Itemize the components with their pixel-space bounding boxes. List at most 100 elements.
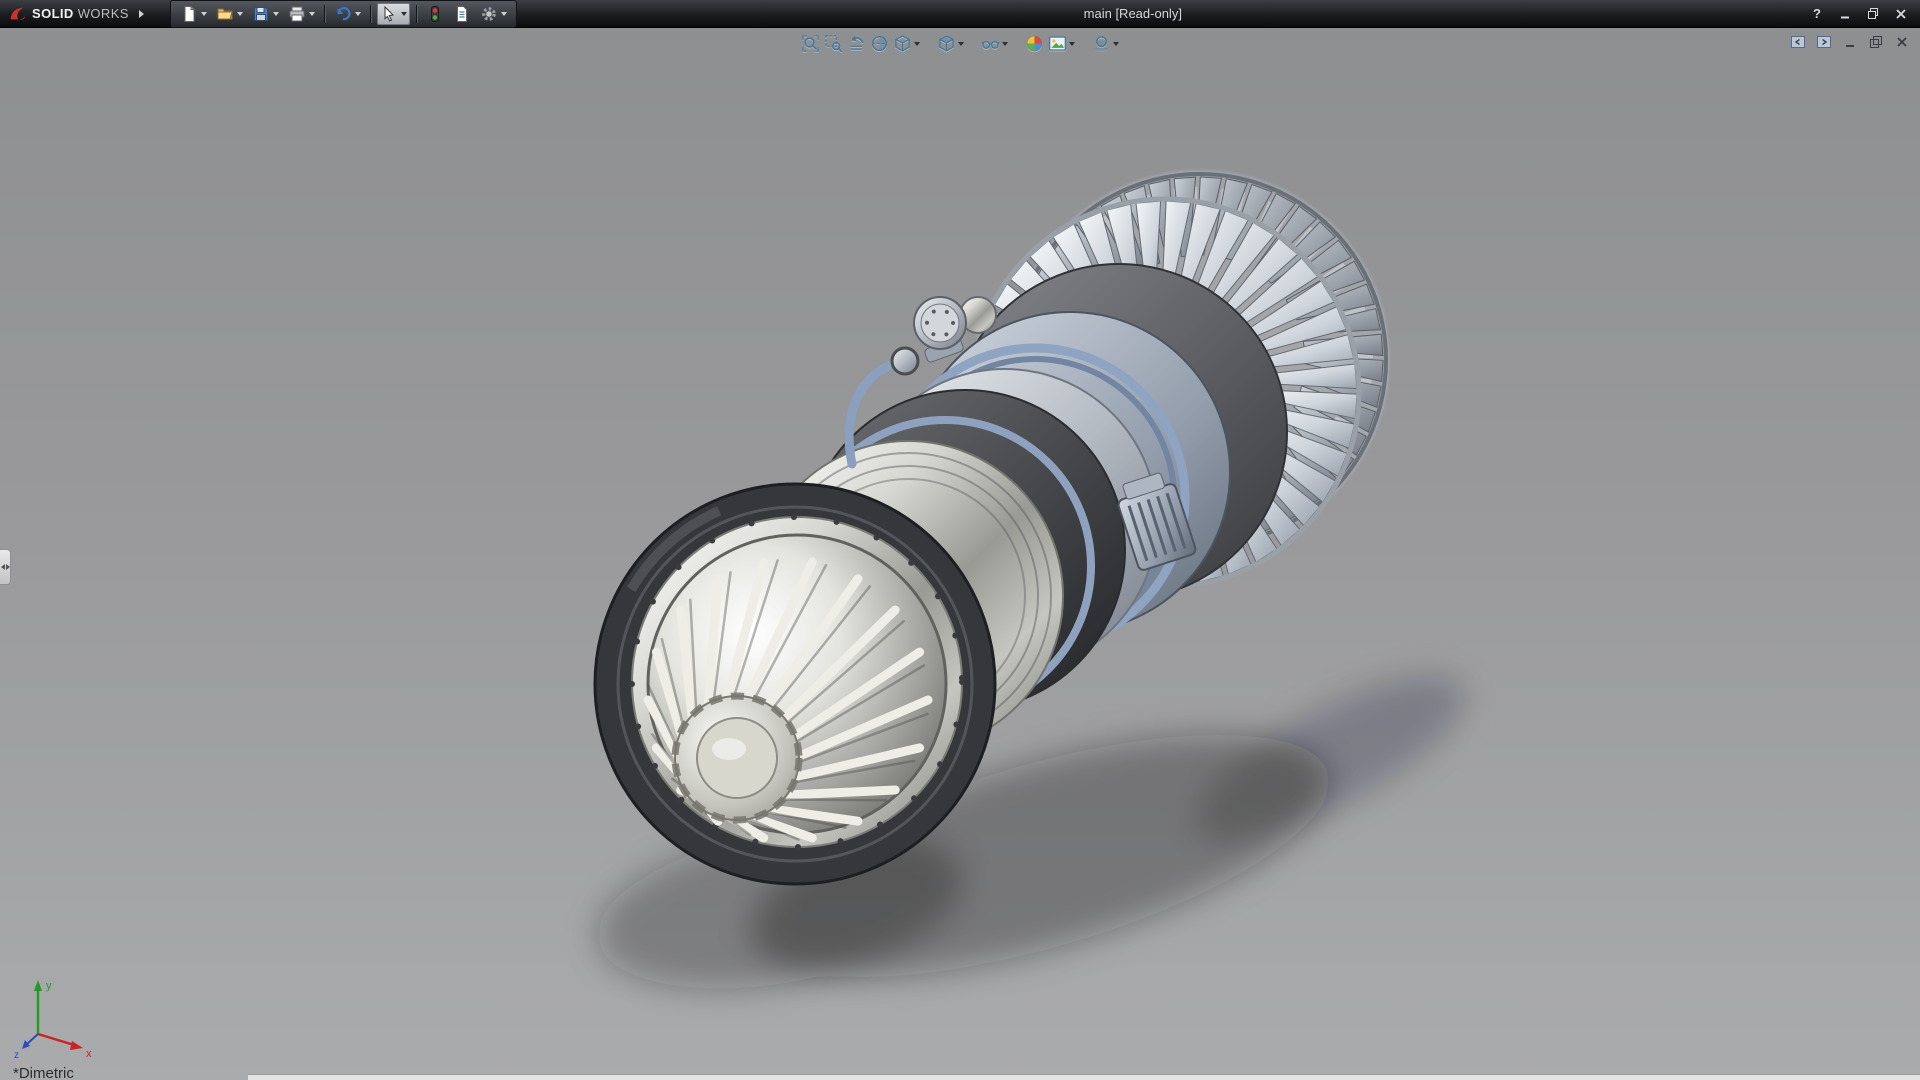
viewport-3d[interactable]: y x z *Dimetric <box>0 28 1920 1080</box>
model-shadow <box>585 645 1485 1027</box>
zoom-to-fit-icon <box>801 34 820 53</box>
dropdown-arrow-icon[interactable] <box>1113 42 1119 46</box>
hide-show-items-button[interactable] <box>980 33 1009 54</box>
document-window-controls <box>1788 32 1912 52</box>
open-icon <box>216 5 234 23</box>
document-title: main [Read-only] <box>1084 0 1182 28</box>
window-controls: ? <box>1806 4 1912 24</box>
edit-appearance-button[interactable] <box>1024 33 1045 54</box>
edit-appearance-ball-icon <box>1025 34 1044 53</box>
options-gear-icon <box>480 5 498 23</box>
close-icon <box>1895 35 1909 49</box>
z-axis-label: z <box>14 1050 19 1061</box>
dropdown-arrow-icon[interactable] <box>355 12 361 16</box>
accessory-fittings <box>849 297 1197 571</box>
x-axis-arrow <box>70 1041 83 1050</box>
display-style-icon <box>937 34 956 53</box>
file-properties-icon <box>453 5 471 23</box>
rear-blade-row <box>1017 177 1383 543</box>
pane-right-icon <box>1815 33 1833 51</box>
dropdown-arrow-icon[interactable] <box>237 12 243 16</box>
menu-expand-arrow-icon[interactable] <box>139 10 144 18</box>
x-axis-label: x <box>86 1048 92 1060</box>
restore-button[interactable] <box>1862 4 1884 24</box>
hide-show-glasses-icon <box>981 34 1000 53</box>
pane-left-button[interactable] <box>1788 32 1808 52</box>
dropdown-arrow-icon[interactable] <box>501 12 507 16</box>
panel-collapse-handle[interactable] <box>0 549 11 585</box>
select-tool-button[interactable] <box>377 3 410 25</box>
rebuild-icon <box>426 5 444 23</box>
file-properties-button[interactable] <box>450 3 474 25</box>
toolbar-separator <box>324 5 325 23</box>
save-button[interactable] <box>249 3 282 25</box>
titlebar: SOLID WORKS <box>0 0 1920 28</box>
zoom-to-area-icon <box>824 34 843 53</box>
minimize-icon <box>1843 35 1857 49</box>
print-icon <box>288 5 306 23</box>
dropdown-arrow-icon[interactable] <box>273 12 279 16</box>
collapse-left-icon <box>1 564 5 570</box>
view-settings-icon <box>1092 34 1111 53</box>
brand-solid-text: SOLID <box>32 6 74 21</box>
print-button[interactable] <box>285 3 318 25</box>
display-style-button[interactable] <box>936 33 965 54</box>
close-icon <box>1895 8 1907 20</box>
section-view-button[interactable] <box>869 33 890 54</box>
dropdown-arrow-icon[interactable] <box>958 42 964 46</box>
options-button[interactable] <box>477 3 510 25</box>
new-document-icon <box>180 5 198 23</box>
close-button[interactable] <box>1890 4 1912 24</box>
compressor-body <box>753 264 1287 751</box>
view-orientation-label: *Dimetric <box>13 1065 74 1080</box>
dropdown-arrow-icon[interactable] <box>1002 42 1008 46</box>
view-orientation-cube-icon <box>893 34 912 53</box>
y-axis-arrow <box>34 980 42 991</box>
dropdown-arrow-icon[interactable] <box>1069 42 1075 46</box>
help-icon: ? <box>1813 6 1821 21</box>
view-settings-button[interactable] <box>1091 33 1120 54</box>
document-minimize-button[interactable] <box>1840 32 1860 52</box>
save-icon <box>252 5 270 23</box>
section-view-icon <box>870 34 889 53</box>
solidworks-logo: SOLID WORKS <box>8 5 129 23</box>
dropdown-arrow-icon[interactable] <box>201 12 207 16</box>
toolbar-separator <box>370 5 371 23</box>
document-close-button[interactable] <box>1892 32 1912 52</box>
undo-icon <box>334 5 352 23</box>
view-orientation-button[interactable] <box>892 33 921 54</box>
front-housing <box>537 426 1053 942</box>
orientation-triad: y x z <box>10 972 102 1064</box>
y-axis-label: y <box>46 980 52 992</box>
rebuild-button[interactable] <box>423 3 447 25</box>
dropdown-arrow-icon[interactable] <box>914 42 920 46</box>
spinner-ribs <box>648 560 928 839</box>
engine-model <box>0 28 1920 1080</box>
dropdown-arrow-icon[interactable] <box>309 12 315 16</box>
zoom-to-fit-button[interactable] <box>800 33 821 54</box>
document-restore-button[interactable] <box>1866 32 1886 52</box>
solidworks-window: SOLID WORKS <box>0 0 1920 1080</box>
previous-view-button[interactable] <box>846 33 867 54</box>
apply-scene-button[interactable] <box>1047 33 1076 54</box>
pane-left-icon <box>1789 33 1807 51</box>
toolbar-separator <box>416 5 417 23</box>
statusbar-edge <box>248 1074 1920 1080</box>
minimize-icon <box>1839 8 1851 20</box>
heads-up-toolbar <box>800 33 1120 54</box>
minimize-button[interactable] <box>1834 4 1856 24</box>
restore-icon <box>1867 7 1880 20</box>
collapse-right-icon <box>6 564 10 570</box>
restore-icon <box>1869 35 1883 49</box>
undo-button[interactable] <box>331 3 364 25</box>
zoom-to-area-button[interactable] <box>823 33 844 54</box>
open-button[interactable] <box>213 3 246 25</box>
help-button[interactable]: ? <box>1806 4 1828 24</box>
apply-scene-icon <box>1048 34 1067 53</box>
pane-right-button[interactable] <box>1814 32 1834 52</box>
dropdown-arrow-icon[interactable] <box>401 12 407 16</box>
brand-works-text: WORKS <box>78 6 129 21</box>
spinner-cone <box>648 560 928 839</box>
new-document-button[interactable] <box>177 3 210 25</box>
main-toolbar <box>170 0 517 28</box>
